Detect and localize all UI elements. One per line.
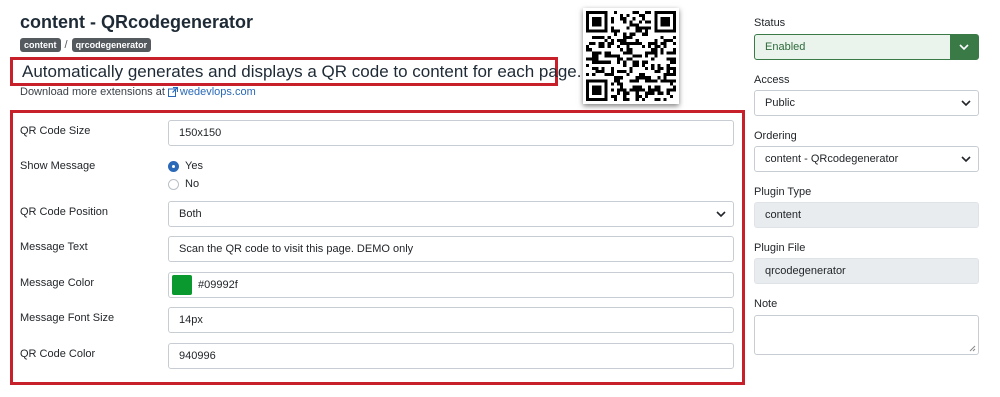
resize-grip-icon[interactable]: [969, 345, 976, 352]
ordering-select[interactable]: content - QRcodegenerator: [754, 146, 979, 172]
access-label: Access: [754, 74, 790, 86]
breadcrumb-separator: /: [64, 39, 68, 51]
qr-code-image: [583, 8, 679, 104]
access-select[interactable]: Public: [754, 90, 979, 116]
chevron-down-icon: [959, 44, 969, 51]
show-message-no[interactable]: No: [168, 178, 199, 190]
download-line: Download more extensions at wedevlops.co…: [20, 86, 256, 98]
radio-yes-selected[interactable]: [168, 160, 179, 172]
plugin-file-value: qrcodegenerator: [765, 265, 846, 277]
download-text: Download more extensions at: [20, 86, 165, 98]
plugin-type-value: content: [765, 209, 802, 221]
download-link-text[interactable]: wedevlops.com: [180, 86, 256, 98]
breadcrumb: content / qrcodegenerator: [20, 38, 152, 52]
qr-code-size-value: 150x150: [179, 127, 222, 139]
breadcrumb-item-qrcodegenerator[interactable]: qrcodegenerator: [71, 38, 152, 52]
message-text-label: Message Text: [20, 241, 88, 253]
status-label: Status: [754, 17, 786, 29]
qr-code-position-select[interactable]: Both: [168, 201, 734, 227]
ordering-value: content - QRcodegenerator: [765, 153, 899, 165]
message-color-label: Message Color: [20, 277, 94, 289]
breadcrumb-item-content[interactable]: content: [20, 38, 61, 52]
message-text-input[interactable]: Scan the QR code to visit this page. DEM…: [168, 236, 734, 262]
ordering-label: Ordering: [754, 130, 797, 142]
status-value: Enabled: [765, 41, 806, 53]
access-value: Public: [765, 97, 795, 109]
chevron-down-icon: [716, 211, 726, 218]
show-message-no-label: No: [185, 178, 200, 190]
status-dropdown-button[interactable]: [950, 35, 978, 59]
qr-code-color-label: QR Code Color: [20, 348, 96, 360]
message-color-value: #09992f: [198, 279, 238, 291]
page-title: content - QRcodegenerator: [20, 12, 254, 32]
qr-code-position-label: QR Code Position: [20, 206, 109, 218]
qr-code-color-input[interactable]: 940996: [168, 343, 734, 369]
message-font-size-value: 14px: [179, 314, 203, 326]
qr-code-color-value: 940996: [179, 350, 216, 362]
chevron-down-icon: [961, 156, 971, 163]
external-link-icon: [167, 87, 178, 97]
note-label: Note: [754, 298, 778, 310]
qr-code-position-value: Both: [179, 208, 202, 220]
plugin-file-label: Plugin File: [754, 242, 806, 254]
show-message-yes[interactable]: Yes: [168, 160, 203, 172]
message-font-size-label: Message Font Size: [20, 312, 115, 324]
note-textarea[interactable]: [754, 315, 979, 355]
message-font-size-input[interactable]: 14px: [168, 307, 734, 333]
download-link[interactable]: wedevlops.com: [167, 86, 256, 98]
chevron-down-icon: [961, 100, 971, 107]
radio-no[interactable]: [168, 178, 179, 190]
plugin-type-label: Plugin Type: [754, 186, 812, 198]
qr-code-size-label: QR Code Size: [20, 125, 91, 137]
plugin-description: Automatically generates and displays a Q…: [10, 57, 581, 86]
message-text-value: Scan the QR code to visit this page. DEM…: [179, 243, 414, 255]
plugin-file-field: qrcodegenerator: [754, 258, 979, 284]
color-swatch[interactable]: [172, 275, 192, 295]
status-select[interactable]: Enabled: [754, 34, 979, 60]
message-color-input[interactable]: #09992f: [168, 272, 734, 298]
show-message-yes-label: Yes: [185, 160, 203, 172]
show-message-label: Show Message: [20, 160, 96, 172]
qr-code-size-input[interactable]: 150x150: [168, 120, 734, 146]
plugin-type-field: content: [754, 202, 979, 228]
